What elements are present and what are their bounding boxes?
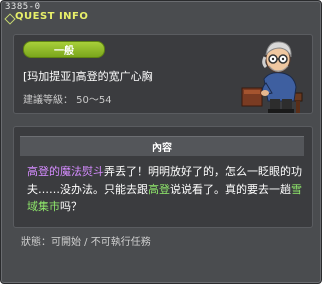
category-badge: 一般 <box>23 41 105 58</box>
quest-name: [玛加提亚]高登的宽广心胸 <box>23 70 153 83</box>
content-header: 內容 <box>20 136 304 156</box>
diamond-icon <box>4 13 16 25</box>
quest-header-panel: 一般 [玛加提亚]高登的宽广心胸 建議等級： 50～54 <box>13 34 313 114</box>
quest-info-window: 3385-0 QUEST INFO 一般 [玛加提亚]高登的宽广心胸 建議等級：… <box>0 0 322 284</box>
quest-content-panel: 內容 高登的魔法熨斗弄丢了！明明放好了的，怎么一眨眼的功夫……没办法。只能去跟高… <box>13 126 313 228</box>
quest-status: 狀態：可開始 / 不可執行任務 <box>21 237 151 248</box>
npc-old-man-with-goggles-icon <box>241 41 303 113</box>
description-text: 说说看了。真的要去一趟 <box>170 182 291 196</box>
npc-highlight: 高登 <box>148 182 170 196</box>
window-title: QUEST INFO <box>15 11 89 22</box>
item-highlight: 高登的魔法熨斗 <box>27 165 104 178</box>
quest-description: 高登的魔法熨斗弄丢了！明明放好了的，怎么一眨眼的功夫……没办法。只能去跟高登说说… <box>27 163 307 216</box>
description-text: 吗？ <box>60 200 82 213</box>
recommended-level: 建議等級： 50～54 <box>23 95 112 106</box>
